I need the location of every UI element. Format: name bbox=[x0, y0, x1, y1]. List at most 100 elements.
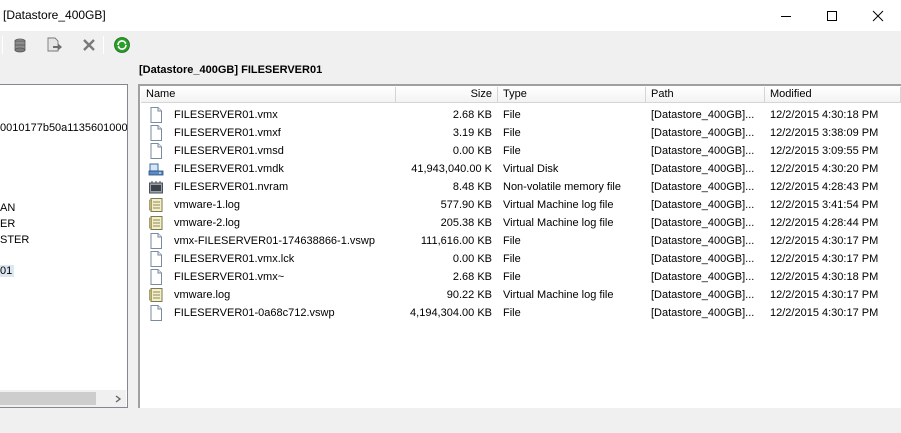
file-size: 2.68 KB bbox=[452, 271, 492, 283]
file-name: FILESERVER01.vmxf bbox=[174, 127, 281, 139]
log-file-icon bbox=[148, 287, 164, 303]
file-size: 0.00 KB bbox=[452, 145, 492, 157]
file-type: Virtual Machine log file bbox=[503, 199, 614, 211]
document-icon bbox=[148, 269, 164, 285]
title-bar: [Datastore_400GB] bbox=[0, 0, 901, 31]
file-type: File bbox=[503, 307, 521, 319]
file-path: [Datastore_400GB]... bbox=[651, 307, 755, 319]
minimize-button[interactable] bbox=[763, 0, 809, 31]
window-title: [Datastore_400GB] bbox=[3, 8, 106, 22]
maximize-button[interactable] bbox=[809, 0, 855, 31]
file-modified: 12/2/2015 4:30:17 PM bbox=[770, 235, 879, 247]
file-row[interactable]: FILESERVER01.vmx.lck 0.00 KB File [Datastor… bbox=[141, 250, 901, 268]
status-bar bbox=[0, 410, 901, 433]
file-type: Non-volatile memory file bbox=[503, 181, 621, 193]
file-modified: 12/2/2015 4:30:17 PM bbox=[770, 289, 879, 301]
file-size: 0.00 KB bbox=[452, 253, 492, 265]
file-row[interactable]: FILESERVER01.nvram 8.48 KB Non-volatile me… bbox=[141, 178, 901, 196]
file-type: File bbox=[503, 271, 521, 283]
folder-tree[interactable]: 0010177b50a1135601000 AN ER STER 01 bbox=[0, 84, 128, 408]
file-type: Virtual Disk bbox=[503, 163, 559, 175]
datastore-icon bbox=[14, 38, 26, 53]
toolbar-separator bbox=[2, 36, 3, 54]
column-header-name[interactable]: Name bbox=[141, 87, 396, 103]
virtual-disk-icon bbox=[148, 161, 164, 177]
move-file-icon bbox=[47, 37, 62, 52]
document-icon bbox=[148, 107, 164, 123]
file-name: FILESERVER01.vmx~ bbox=[174, 271, 285, 283]
file-row[interactable]: FILESERVER01.vmx~ 2.68 KB File [Datastore_4… bbox=[141, 268, 901, 286]
file-size: 205.38 KB bbox=[440, 217, 492, 229]
close-button[interactable] bbox=[855, 0, 901, 31]
column-header-path[interactable]: Path bbox=[646, 87, 765, 103]
delete-button[interactable] bbox=[78, 35, 100, 55]
document-icon bbox=[148, 125, 164, 141]
tree-item-selected[interactable]: 01 bbox=[0, 265, 15, 277]
file-name: FILESERVER01.vmx.lck bbox=[174, 253, 295, 265]
file-row[interactable]: vmware-1.log 577.90 KB Virtual Machine log… bbox=[141, 196, 901, 214]
file-name: FILESERVER01.vmx bbox=[174, 109, 278, 121]
file-modified: 12/2/2015 4:28:44 PM bbox=[770, 217, 879, 229]
file-type: File bbox=[503, 253, 521, 265]
column-header-size[interactable]: Size bbox=[396, 87, 498, 103]
file-modified: 12/2/2015 4:30:20 PM bbox=[770, 163, 879, 175]
file-modified: 12/2/2015 4:30:18 PM bbox=[770, 271, 879, 283]
document-icon bbox=[148, 233, 164, 249]
file-size: 577.90 KB bbox=[440, 199, 492, 211]
file-name: FILESERVER01.vmdk bbox=[174, 163, 284, 175]
file-path: [Datastore_400GB]... bbox=[651, 217, 755, 229]
file-modified: 12/2/2015 4:30:17 PM bbox=[770, 253, 879, 265]
scroll-right-button[interactable] bbox=[109, 390, 126, 407]
datastore-button[interactable] bbox=[9, 35, 31, 55]
file-name: FILESERVER01-0a68c712.vswp bbox=[174, 307, 335, 319]
file-row[interactable]: FILESERVER01.vmsd 0.00 KB File [Datastore_4… bbox=[141, 142, 901, 160]
file-row[interactable]: FILESERVER01.vmx 2.68 KB File [Datastore_40… bbox=[141, 106, 901, 124]
file-name: FILESERVER01.nvram bbox=[174, 181, 289, 193]
file-name: vmware-1.log bbox=[174, 199, 241, 211]
file-path: [Datastore_400GB]... bbox=[651, 289, 755, 301]
file-row[interactable]: vmware-2.log 205.38 KB Virtual Machine log… bbox=[141, 214, 901, 232]
file-name: vmx-FILESERVER01-174638866-1.vswp bbox=[174, 235, 375, 247]
document-icon bbox=[148, 251, 164, 267]
toolbar-separator bbox=[103, 36, 104, 54]
refresh-button[interactable] bbox=[111, 35, 133, 55]
refresh-icon bbox=[114, 37, 130, 53]
file-row[interactable]: FILESERVER01.vmxf 3.19 KB File [Datastore_4… bbox=[141, 124, 901, 142]
file-name: FILESERVER01.vmsd bbox=[174, 145, 284, 157]
document-icon bbox=[148, 143, 164, 159]
nvram-icon bbox=[148, 179, 164, 195]
file-name: vmware.log bbox=[174, 289, 231, 301]
file-size: 90.22 KB bbox=[446, 289, 492, 301]
log-file-icon bbox=[148, 215, 164, 231]
file-type: File bbox=[503, 235, 521, 247]
horizontal-scrollbar[interactable] bbox=[0, 390, 126, 407]
file-row[interactable]: vmx-FILESERVER01-174638866-1.vswp 111,616… bbox=[141, 232, 901, 250]
file-row[interactable]: vmware.log 90.22 KB Virtual Machine log fi… bbox=[141, 286, 901, 304]
column-header-type[interactable]: Type bbox=[498, 87, 646, 103]
tree-item[interactable]: ER bbox=[0, 218, 15, 230]
document-icon bbox=[148, 305, 164, 321]
file-list[interactable]: Name Size Type Path Modified FILESERVER0… bbox=[138, 84, 901, 408]
file-row[interactable]: FILESERVER01.vmdk 41,943,040.00 K Virtual … bbox=[141, 160, 901, 178]
column-headers: Name Size Type Path Modified bbox=[141, 87, 901, 103]
file-type: File bbox=[503, 145, 521, 157]
scrollbar-thumb[interactable] bbox=[0, 392, 96, 405]
file-size: 8.48 KB bbox=[452, 181, 492, 193]
tree-item[interactable]: AN bbox=[0, 202, 15, 214]
tree-item[interactable]: 0010177b50a1135601000 bbox=[0, 122, 127, 134]
tree-item[interactable]: STER bbox=[0, 234, 29, 246]
file-path: [Datastore_400GB]... bbox=[651, 109, 755, 121]
file-path: [Datastore_400GB]... bbox=[651, 253, 755, 265]
move-file-button[interactable] bbox=[43, 35, 65, 55]
file-path: [Datastore_400GB]... bbox=[651, 235, 755, 247]
file-size: 3.19 KB bbox=[452, 127, 492, 139]
file-type: Virtual Machine log file bbox=[503, 289, 614, 301]
minimize-icon bbox=[781, 15, 791, 17]
column-header-modified[interactable]: Modified bbox=[765, 87, 901, 103]
file-modified: 12/2/2015 3:09:55 PM bbox=[770, 145, 879, 157]
file-type: File bbox=[503, 127, 521, 139]
file-row[interactable]: FILESERVER01-0a68c712.vswp 4,194,304.00 K… bbox=[141, 304, 901, 322]
file-size: 111,616.00 KB bbox=[420, 235, 492, 247]
log-file-icon bbox=[148, 197, 164, 213]
file-path: [Datastore_400GB]... bbox=[651, 145, 755, 157]
